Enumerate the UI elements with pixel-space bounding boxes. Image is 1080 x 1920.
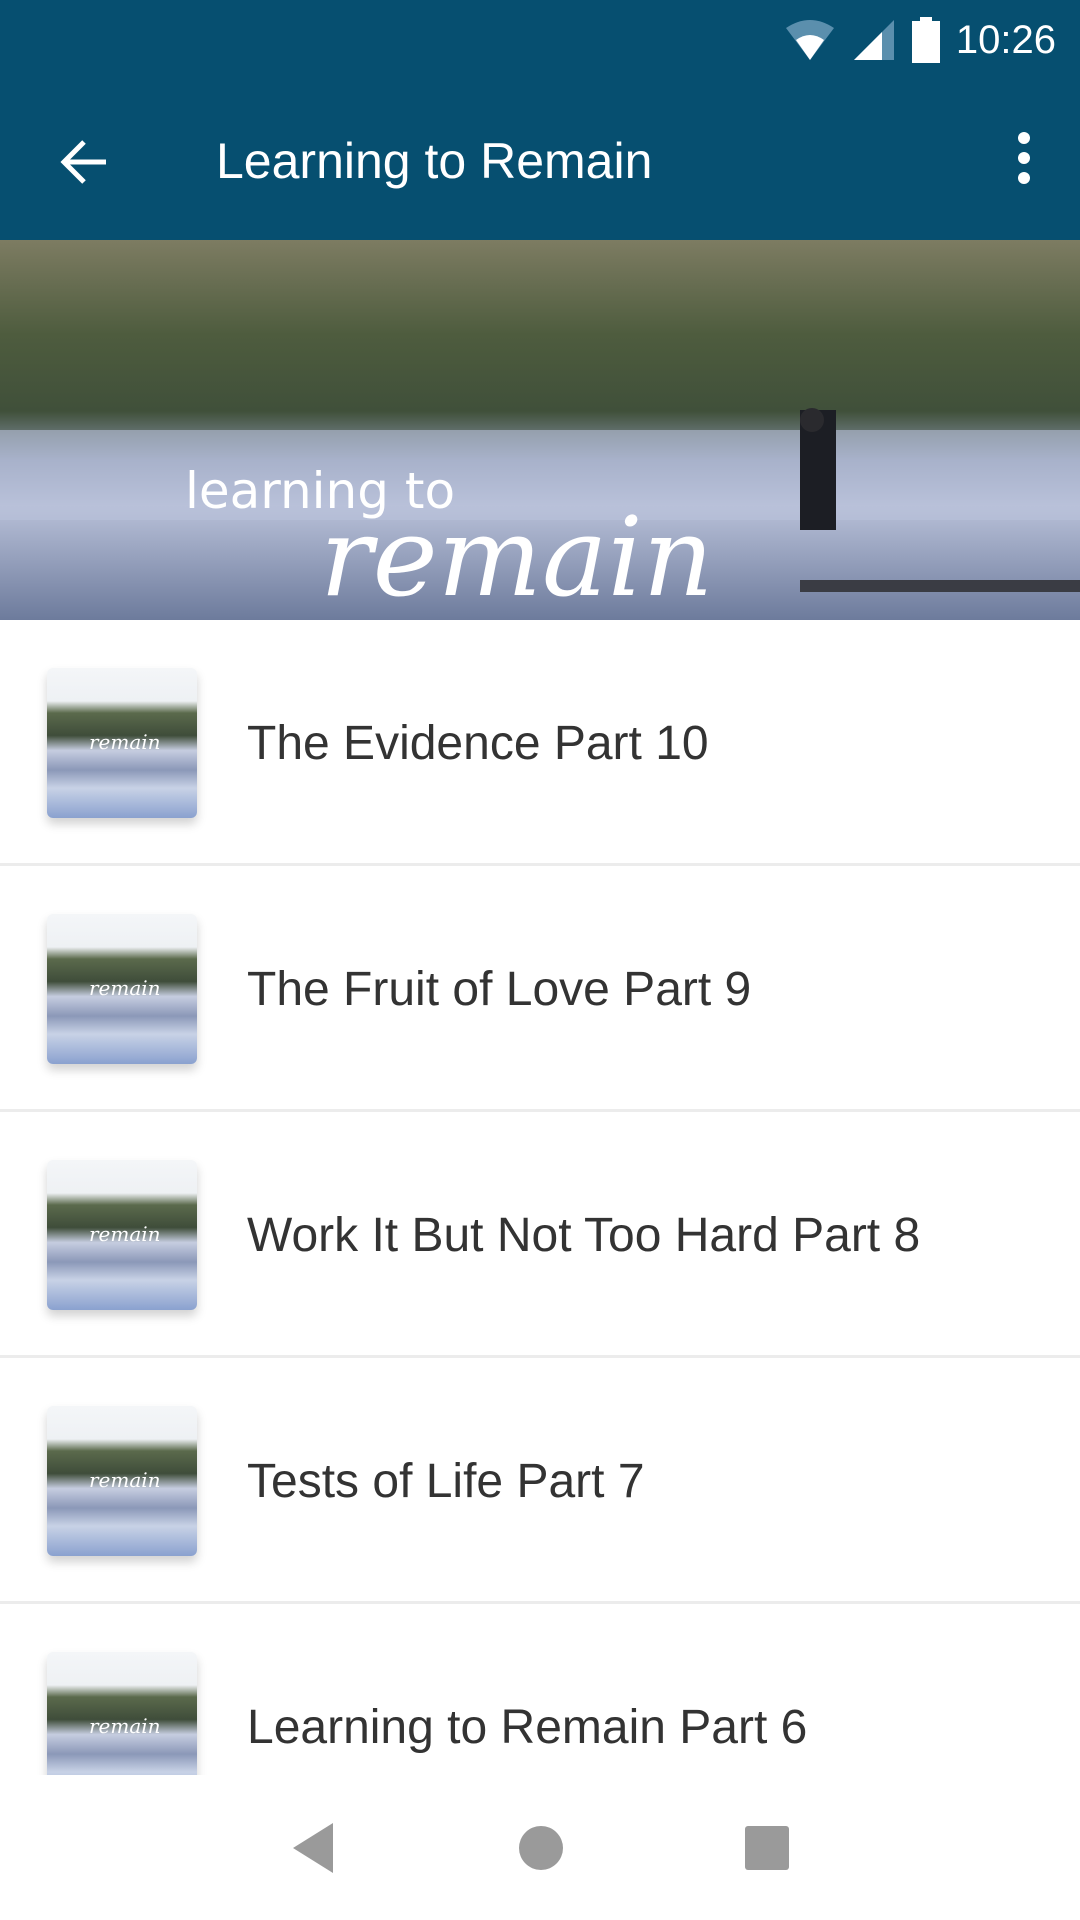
episode-list[interactable]: remain The Evidence Part 10 remain The Fru… [0, 620, 1080, 1775]
thumb-logo: remain [89, 1222, 161, 1246]
nav-home-icon[interactable] [516, 1823, 566, 1873]
episode-title: The Evidence Part 10 [247, 717, 709, 770]
episode-thumbnail: remain [47, 914, 197, 1064]
episode-title: Tests of Life Part 7 [247, 1455, 645, 1508]
cell-signal-icon [853, 20, 894, 60]
nav-back-icon[interactable] [289, 1821, 339, 1875]
episode-thumbnail: remain [47, 1652, 197, 1775]
clock: 10:26 [955, 17, 1056, 62]
episode-title: The Fruit of Love Part 9 [247, 963, 752, 1016]
more-vert-icon[interactable] [1004, 128, 1044, 188]
banner-logo-large: remain [320, 493, 714, 620]
system-nav-bar [0, 1775, 1080, 1920]
episode-thumbnail: remain [47, 1406, 197, 1556]
thumb-logo: remain [89, 1714, 161, 1738]
list-item[interactable]: remain Work It But Not Too Hard Part 8 [0, 1112, 1080, 1358]
list-item[interactable]: remain The Fruit of Love Part 9 [0, 866, 1080, 1112]
page-title: Learning to Remain [216, 133, 653, 189]
episode-title: Work It But Not Too Hard Part 8 [247, 1209, 921, 1262]
thumb-logo: remain [89, 730, 161, 754]
battery-icon [911, 17, 940, 63]
banner-image: learning to remain [0, 408, 1080, 620]
thumb-logo: remain [89, 976, 161, 1000]
nav-recents-icon[interactable] [743, 1824, 791, 1872]
list-item[interactable]: remain Tests of Life Part 7 [0, 1358, 1080, 1604]
arrow-left-icon[interactable] [56, 134, 112, 190]
wifi-icon [785, 20, 834, 60]
episode-thumbnail: remain [47, 1160, 197, 1310]
thumb-logo: remain [89, 1468, 161, 1492]
app-bar: Learning to Remain [0, 84, 1080, 240]
status-bar: 10:26 [784, 12, 1056, 68]
top-bar: 10:26 Learning to Remain [0, 0, 1080, 240]
list-item[interactable]: remain Learning to Remain Part 6 [0, 1604, 1080, 1775]
list-item[interactable]: remain The Evidence Part 10 [0, 620, 1080, 866]
episode-thumbnail: remain [47, 668, 197, 818]
series-banner: learning to remain [0, 240, 1080, 620]
episode-title: Learning to Remain Part 6 [247, 1701, 808, 1754]
